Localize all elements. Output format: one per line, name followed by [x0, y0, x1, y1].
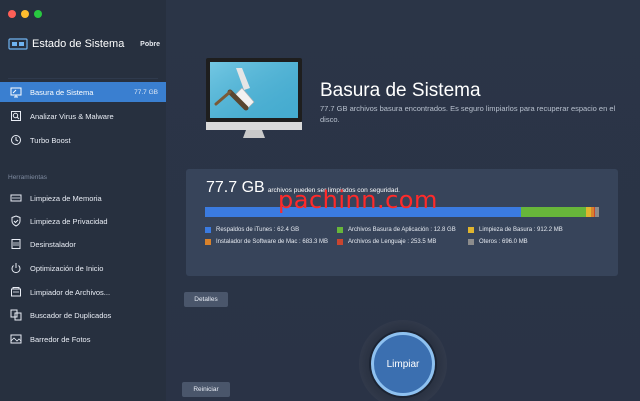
main-panel: Basura de Sistema 77.7 GB archivos basur… [166, 0, 640, 401]
legend-item-app-junk: Archivos Basura de Aplicación : 12.8 GB [337, 227, 456, 233]
sidebar-item-desinstalador[interactable]: Desinstalador [0, 234, 166, 254]
monitor-icon [10, 86, 22, 98]
sidebar-item-turbo-boost[interactable]: Turbo Boost [0, 130, 166, 150]
sidebar-item-label: Turbo Boost [30, 135, 71, 145]
sidebar-item-barredor-fotos[interactable]: Barredor de Fotos [0, 329, 166, 349]
close-window-button[interactable] [8, 10, 16, 18]
bar-segment-5 [595, 207, 599, 217]
imac-broom-icon [206, 58, 302, 138]
sidebar-item-label: Limpiador de Archivos... [30, 287, 111, 297]
sidebar-item-basura-de-sistema[interactable]: Basura de Sistema 77.7 GB [0, 82, 166, 102]
clean-button[interactable]: Limpiar [371, 332, 435, 396]
legend-swatch [468, 227, 474, 233]
shield-scan-icon [10, 110, 22, 122]
sidebar-item-buscador-duplicados[interactable]: Buscador de Duplicados [0, 305, 166, 325]
app-title: Estado de Sistema [32, 38, 125, 50]
sidebar-item-label: Limpieza de Memoria [30, 193, 102, 203]
minimize-window-button[interactable] [21, 10, 29, 18]
page-description: 77.7 GB archivos basura encontrados. Es … [320, 104, 616, 125]
legend-item-installers: Instalador de Software de Mac : 683.3 MB [205, 239, 328, 245]
sidebar-item-label: Optimización de Inicio [30, 263, 104, 273]
legend-item-languages: Archivos de Lenguaje : 253.5 MB [337, 239, 436, 245]
sidebar-item-analizar-virus[interactable]: Analizar Virus & Malware [0, 106, 166, 126]
bar-segment-1 [521, 207, 587, 217]
trash-icon [10, 238, 22, 250]
system-status-badge: Pobre [140, 40, 160, 48]
duplicates-icon [10, 309, 22, 321]
watermark-text: pachinn.com [278, 186, 438, 214]
files-icon [10, 286, 22, 298]
sidebar-item-label: Analizar Virus & Malware [30, 111, 114, 121]
legend-label: Respaldos de iTunes : 62.4 GB [216, 227, 300, 233]
app-header: Estado de Sistema Pobre [8, 36, 160, 52]
legend-label: Limpieza de Basura : 912.2 MB [479, 227, 563, 233]
legend-label: Oteros : 696.0 MB [479, 239, 528, 245]
legend-item-trash: Limpieza de Basura : 912.2 MB [468, 227, 563, 233]
app-logo-icon [8, 38, 28, 50]
memory-icon [10, 192, 22, 204]
sidebar-item-limpieza-privacidad[interactable]: Limpieza de Privacidad [0, 211, 166, 231]
legend-swatch [205, 239, 211, 245]
sidebar-item-limpiador-archivos[interactable]: Limpiador de Archivos... [0, 282, 166, 302]
legend-label: Instalador de Software de Mac : 683.3 MB [216, 239, 329, 245]
sidebar-item-label: Desinstalador [30, 239, 76, 249]
sidebar-item-optimizacion-inicio[interactable]: Optimización de Inicio [0, 258, 166, 278]
privacy-shield-icon [10, 215, 22, 227]
zoom-window-button[interactable] [34, 10, 42, 18]
legend-label: Archivos Basura de Aplicación : 12.8 GB [348, 227, 456, 233]
legend-swatch [468, 239, 474, 245]
sidebar-item-size: 77.7 GB [134, 88, 158, 96]
sidebar-item-label: Barredor de Fotos [30, 334, 91, 344]
power-icon [10, 262, 22, 274]
sidebar-item-label: Buscador de Duplicados [30, 310, 112, 320]
page-title: Basura de Sistema [320, 80, 481, 101]
tools-section-label: Herramientas [8, 174, 48, 181]
sidebar-item-label: Basura de Sistema [30, 87, 94, 97]
window-controls [8, 10, 42, 18]
details-button[interactable]: Detalles [184, 292, 228, 307]
sidebar-item-label: Limpieza de Privacidad [30, 216, 108, 226]
legend-label: Archivos de Lenguaje : 253.5 MB [348, 239, 437, 245]
legend-swatch [337, 239, 343, 245]
legend-item-itunes: Respaldos de iTunes : 62.4 GB [205, 227, 299, 233]
sidebar-item-limpieza-memoria[interactable]: Limpieza de Memoria [0, 188, 166, 208]
rocket-icon [10, 134, 22, 146]
legend-item-others: Oteros : 696.0 MB [468, 239, 528, 245]
sidebar-divider [8, 78, 158, 79]
legend-swatch [205, 227, 211, 233]
restart-button[interactable]: Reiniciar [182, 382, 230, 397]
sidebar: Estado de Sistema Pobre Basura de Sistem… [0, 0, 166, 401]
photo-icon [10, 333, 22, 345]
total-size: 77.7 GB [206, 179, 265, 196]
legend-swatch [337, 227, 343, 233]
